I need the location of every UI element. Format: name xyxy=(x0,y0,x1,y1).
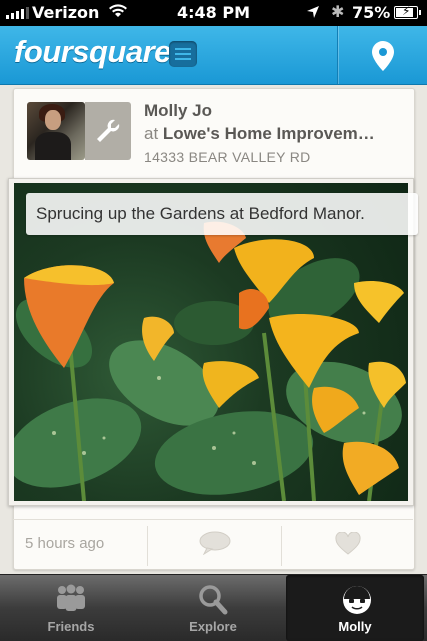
top-navbar: foursquare xyxy=(0,26,427,85)
bluetooth-icon: ✱ xyxy=(331,2,345,21)
venue-name[interactable]: Lowe's Home Improvem… xyxy=(163,124,375,143)
tab-friends[interactable]: Friends xyxy=(0,575,142,641)
tab-profile[interactable]: Molly xyxy=(286,575,424,641)
checkin-timestamp: 5 hours ago xyxy=(25,535,105,552)
checkin-pin-icon[interactable] xyxy=(371,40,395,72)
friends-icon xyxy=(57,584,85,611)
tab-label: Friends xyxy=(47,619,95,634)
user-name[interactable]: Molly Jo xyxy=(144,101,212,121)
action-divider xyxy=(147,526,148,566)
foursquare-logo: foursquare xyxy=(14,34,171,69)
wrench-icon xyxy=(97,119,120,142)
at-prefix: at xyxy=(144,124,159,143)
venue-category-icon[interactable] xyxy=(85,102,131,160)
status-bar: Verizon 4:48 PM ✱ 75% ⚡ xyxy=(0,0,427,26)
location-arrow-icon xyxy=(306,4,320,23)
action-divider xyxy=(281,526,282,566)
checkin-action-bar: 5 hours ago xyxy=(13,519,413,569)
bottom-tab-bar: Friends Explore Molly xyxy=(0,574,427,641)
tab-explore[interactable]: Explore xyxy=(142,575,284,641)
avatar[interactable] xyxy=(27,102,85,160)
battery-percent: 75% xyxy=(352,3,391,22)
navbar-divider xyxy=(337,26,338,84)
venue-line: at Lowe's Home Improvem… xyxy=(144,124,375,144)
tab-label: Explore xyxy=(189,619,237,634)
venue-address: 14333 BEAR VALLEY RD xyxy=(144,149,311,165)
search-icon xyxy=(199,585,228,615)
menu-button[interactable] xyxy=(169,41,197,67)
tab-label: Molly xyxy=(338,619,372,634)
profile-icon xyxy=(343,586,371,614)
heart-icon[interactable] xyxy=(335,531,361,556)
comment-icon[interactable] xyxy=(199,531,231,557)
photo-caption: Sprucing up the Gardens at Bedford Manor… xyxy=(26,193,418,235)
battery-icon: ⚡ xyxy=(394,4,421,19)
